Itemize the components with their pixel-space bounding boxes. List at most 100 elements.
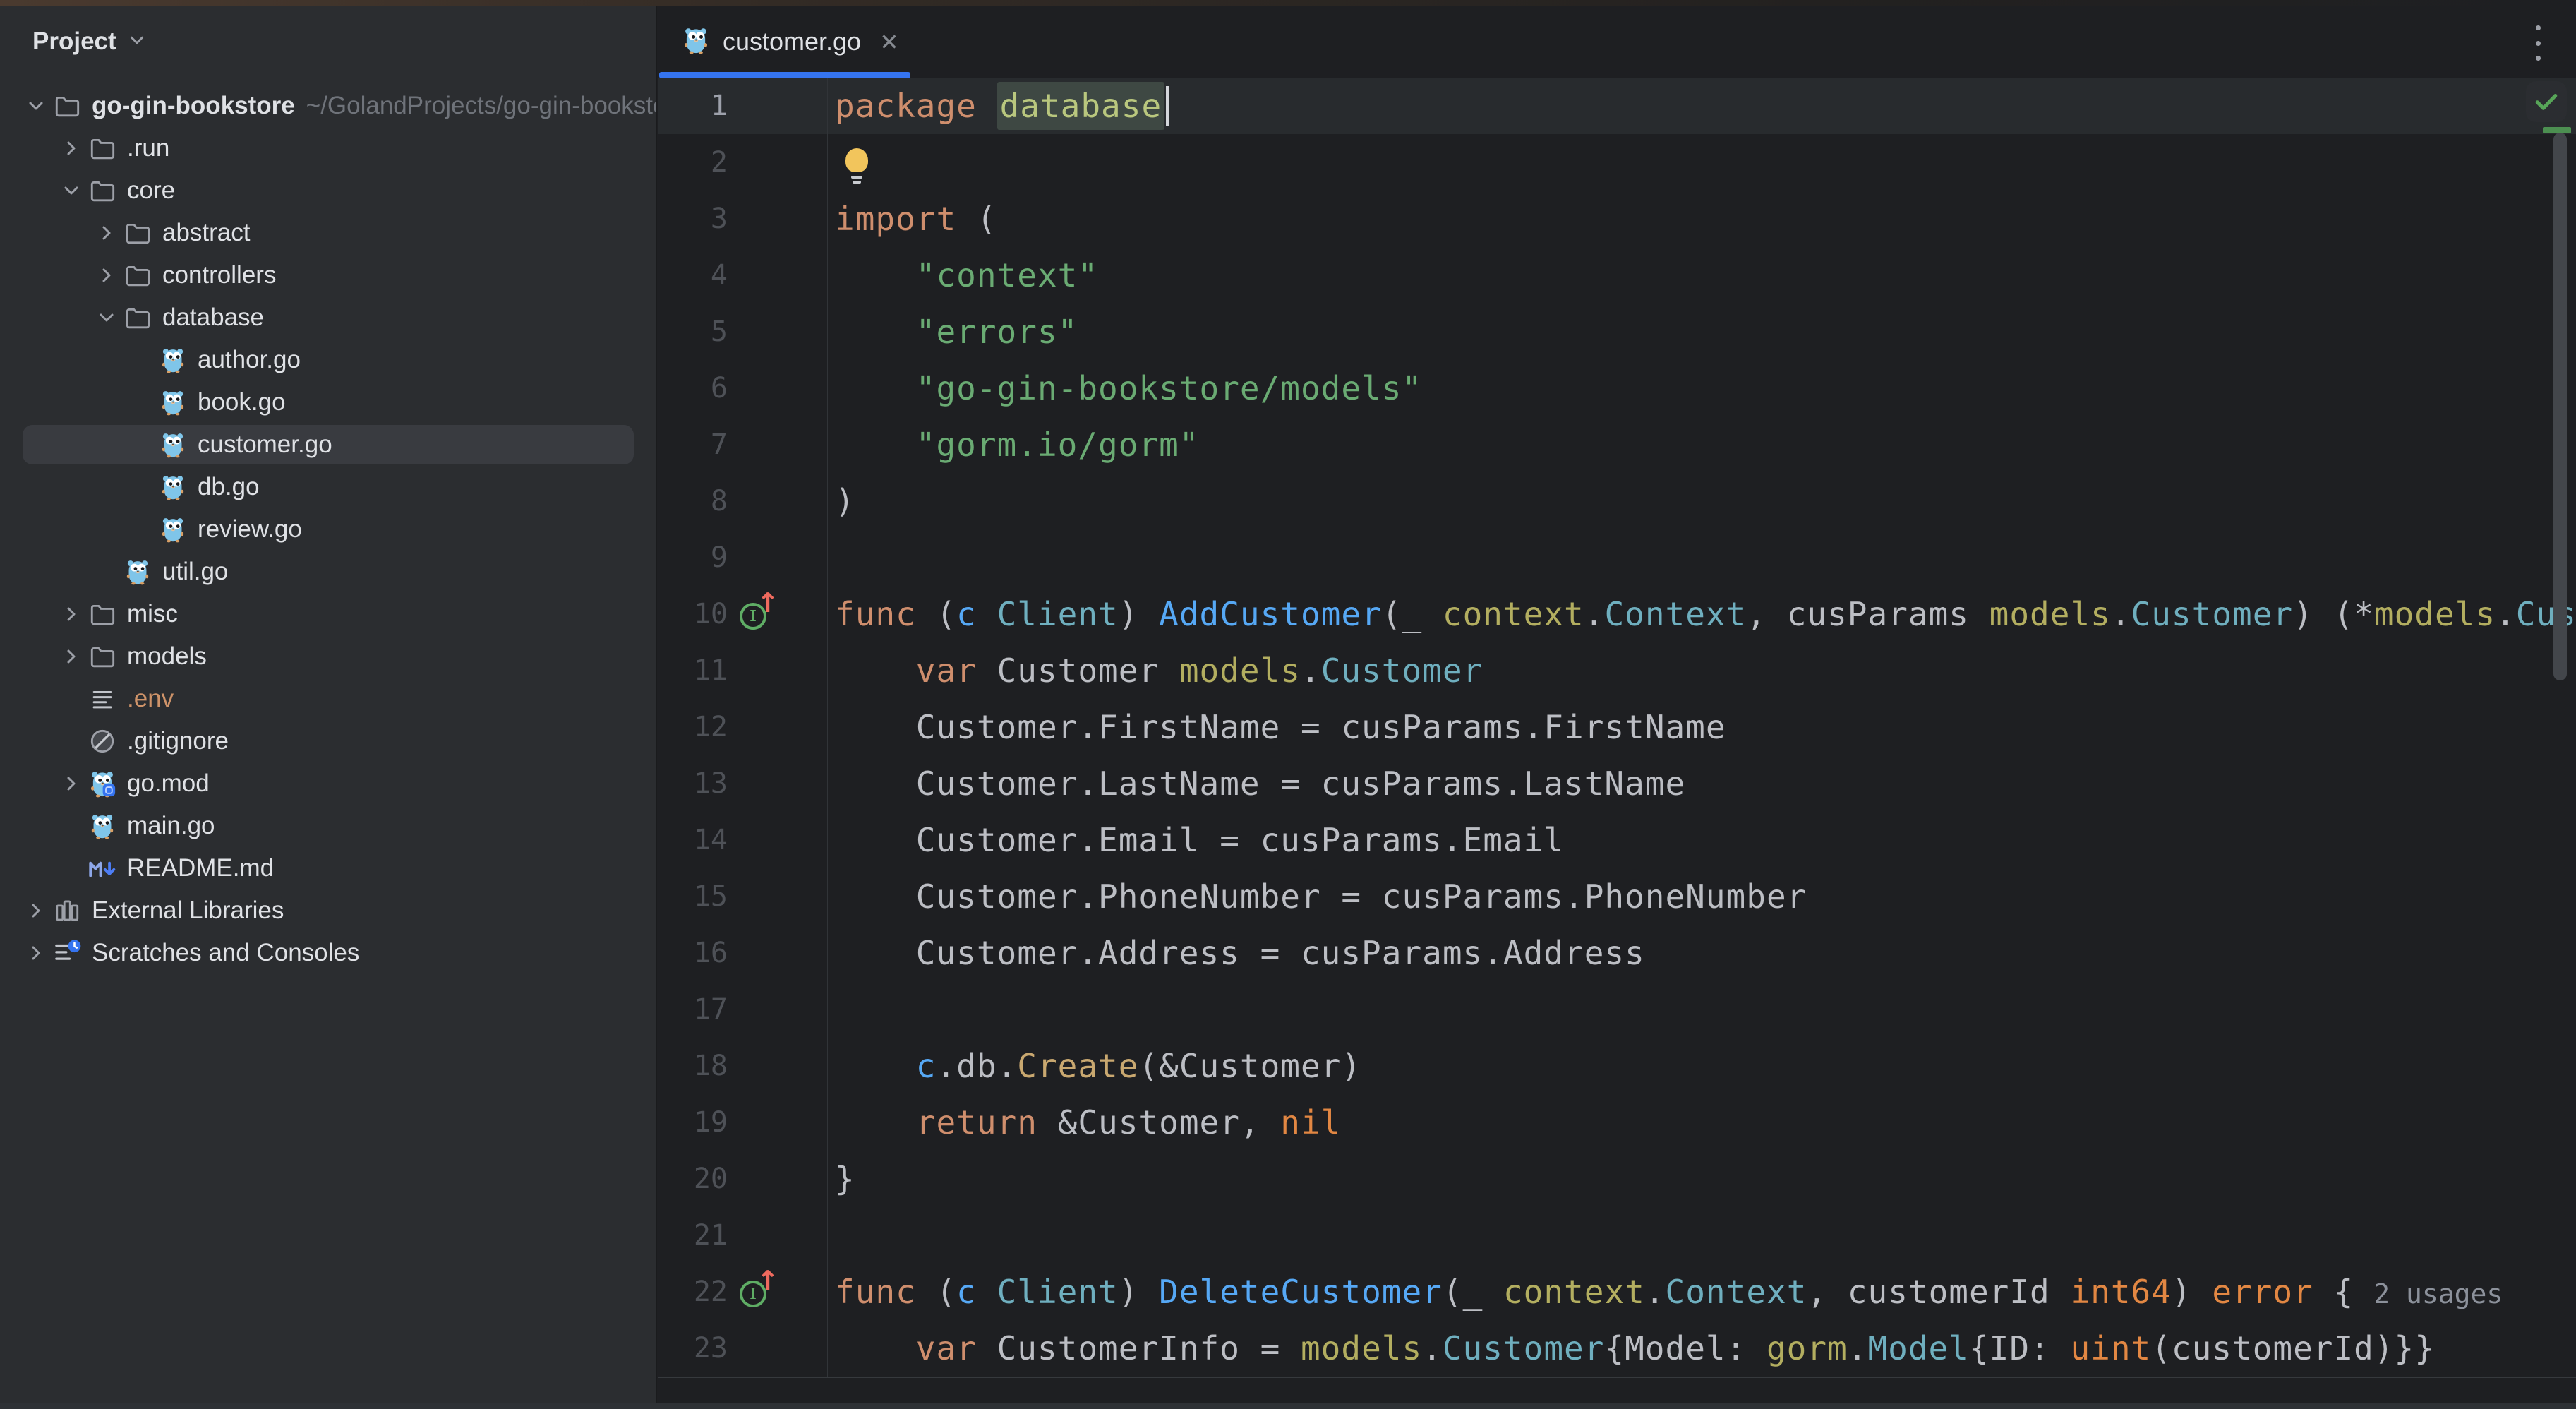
line-number[interactable]: 3 <box>711 191 728 247</box>
chevron-down-icon[interactable] <box>92 303 121 332</box>
chevron-down-icon[interactable] <box>21 91 51 121</box>
usages-code-vision-hint[interactable]: 2 usages <box>2373 1278 2503 1309</box>
code-line-6[interactable]: 6 "go-gin-bookstore/models" <box>658 360 2576 416</box>
project-panel-header[interactable]: Project <box>0 6 656 78</box>
intention-lightbulb-icon[interactable] <box>845 148 870 188</box>
tree-item-author-go[interactable]: author.go <box>0 339 656 381</box>
editor-body[interactable]: 1 package database 2 3 import (4 "context" 5 … <box>658 78 2576 1398</box>
line-number[interactable]: 2 <box>711 134 728 191</box>
tree-item-customer-go[interactable]: customer.go <box>0 424 656 466</box>
code-line-9[interactable]: 9 <box>658 529 2576 586</box>
tab-label: customer.go <box>723 27 862 56</box>
tree-item-go-gin-bookstore[interactable]: go-gin-bookstore ~/GolandProjects/go-gin-… <box>0 85 656 127</box>
code-line-4[interactable]: 4 "context" <box>658 247 2576 304</box>
tree-item-db-go[interactable]: db.go <box>0 466 656 508</box>
chevron-right-icon[interactable] <box>92 260 121 290</box>
line-number[interactable]: 23 <box>694 1320 728 1377</box>
code-line-text: Customer.Email = cusParams.Email <box>828 812 2576 868</box>
chevron-right-icon[interactable] <box>56 133 86 163</box>
implements-interface-gutter-icon[interactable]: I ↑ <box>740 1265 779 1309</box>
tree-item--env[interactable]: .env <box>0 678 656 720</box>
code-line-3[interactable]: 3 import ( <box>658 191 2576 247</box>
line-number[interactable]: 19 <box>694 1094 728 1151</box>
tree-item-readme-md[interactable]: README.md <box>0 847 656 889</box>
tree-item-abstract[interactable]: abstract <box>0 212 656 254</box>
line-number[interactable]: 8 <box>711 473 728 529</box>
tree-item-review-go[interactable]: review.go <box>0 508 656 551</box>
line-number[interactable]: 9 <box>711 529 728 586</box>
code-line-5[interactable]: 5 "errors" <box>658 304 2576 360</box>
tree-item-util-go[interactable]: util.go <box>0 551 656 593</box>
code-line-14[interactable]: 14 Customer.Email = cusParams.Email <box>658 812 2576 868</box>
code-line-8[interactable]: 8) <box>658 473 2576 529</box>
code-token: Customer <box>976 652 1179 690</box>
inspections-status-widget[interactable] <box>2526 81 2567 122</box>
line-number[interactable]: 6 <box>711 360 728 416</box>
tree-item-scratches-and-consoles[interactable]: Scratches and Consoles <box>0 932 656 974</box>
line-number[interactable]: 21 <box>694 1207 728 1264</box>
tab-close-icon[interactable]: ✕ <box>879 30 899 54</box>
code-token: (_ <box>1442 1273 1503 1311</box>
tree-item-go-mod[interactable]: go.mod <box>0 762 656 805</box>
tree-item--run[interactable]: .run <box>0 127 656 169</box>
line-number[interactable]: 13 <box>694 755 728 812</box>
code-line-21[interactable]: 21 <box>658 1207 2576 1264</box>
chevron-right-icon[interactable] <box>56 642 86 671</box>
code-line-7[interactable]: 7 "gorm.io/gorm" <box>658 416 2576 473</box>
code-line-19[interactable]: 19 return &Customer, nil <box>658 1094 2576 1151</box>
line-number[interactable]: 10 <box>694 586 728 642</box>
chevron-right-icon[interactable] <box>21 938 51 968</box>
tree-item--gitignore[interactable]: .gitignore <box>0 720 656 762</box>
line-number[interactable]: 16 <box>694 925 728 981</box>
line-number[interactable]: 20 <box>694 1151 728 1207</box>
code-line-10[interactable]: 10 I ↑ func (c Client) AddCustomer(_ contex… <box>658 586 2576 642</box>
chevron-down-icon[interactable] <box>56 176 86 205</box>
code-line-23[interactable]: 23 var CustomerInfo = models.Customer{Mo… <box>658 1320 2576 1377</box>
code-token: context <box>1503 1273 1645 1311</box>
editor-options-kebab-icon[interactable] <box>2531 25 2545 61</box>
code-line-17[interactable]: 17 <box>658 981 2576 1038</box>
code-line-12[interactable]: 12 Customer.FirstName = cusParams.FirstN… <box>658 699 2576 755</box>
chevron-right-icon[interactable] <box>56 769 86 798</box>
tree-item-book-go[interactable]: book.go <box>0 381 656 424</box>
line-number[interactable]: 22 <box>694 1264 728 1320</box>
chevron-right-icon[interactable] <box>56 599 86 629</box>
chevron-right-icon[interactable] <box>92 218 121 248</box>
line-number[interactable]: 15 <box>694 868 728 925</box>
tree-item-external-libraries[interactable]: External Libraries <box>0 889 656 932</box>
tab-customer-go[interactable]: customer.go ✕ <box>659 6 910 78</box>
line-number[interactable]: 17 <box>694 981 728 1038</box>
code-line-18[interactable]: 18 c.db.Create(&Customer) <box>658 1038 2576 1094</box>
code-line-11[interactable]: 11 var Customer models.Customer <box>658 642 2576 699</box>
line-number[interactable]: 11 <box>694 642 728 699</box>
line-number[interactable]: 14 <box>694 812 728 868</box>
tree-item-database[interactable]: database <box>0 296 656 339</box>
tree-item-core[interactable]: core <box>0 169 656 212</box>
editor-scrollbar-thumb[interactable] <box>2553 133 2567 680</box>
line-number[interactable]: 4 <box>711 247 728 304</box>
chevron-right-icon[interactable] <box>21 896 51 925</box>
line-number[interactable]: 1 <box>711 78 728 134</box>
error-stripe-mark[interactable] <box>2543 127 2571 133</box>
tree-item-controllers[interactable]: controllers <box>0 254 656 296</box>
chevron-down-icon[interactable] <box>126 30 148 54</box>
editor-gutter: 6 <box>658 360 828 416</box>
code-line-1[interactable]: 1 package database <box>658 78 2576 134</box>
tree-item-misc[interactable]: misc <box>0 593 656 635</box>
code-line-16[interactable]: 16 Customer.Address = cusParams.Address <box>658 925 2576 981</box>
tree-item-models[interactable]: models <box>0 635 656 678</box>
line-number[interactable]: 5 <box>711 304 728 360</box>
line-number[interactable]: 12 <box>694 699 728 755</box>
line-number[interactable]: 18 <box>694 1038 728 1094</box>
code-line-20[interactable]: 20} <box>658 1151 2576 1207</box>
code-line-22[interactable]: 22 I ↑ func (c Client) DeleteCustomer(_ con… <box>658 1264 2576 1320</box>
code-token: . <box>1644 1273 1666 1311</box>
code-line-2[interactable]: 2 <box>658 134 2576 191</box>
tree-item-main-go[interactable]: main.go <box>0 805 656 847</box>
code-line-13[interactable]: 13 Customer.LastName = cusParams.LastNam… <box>658 755 2576 812</box>
implements-interface-gutter-icon[interactable]: I ↑ <box>740 587 779 631</box>
code-line-15[interactable]: 15 Customer.PhoneNumber = cusParams.Phon… <box>658 868 2576 925</box>
line-number[interactable]: 7 <box>711 416 728 473</box>
